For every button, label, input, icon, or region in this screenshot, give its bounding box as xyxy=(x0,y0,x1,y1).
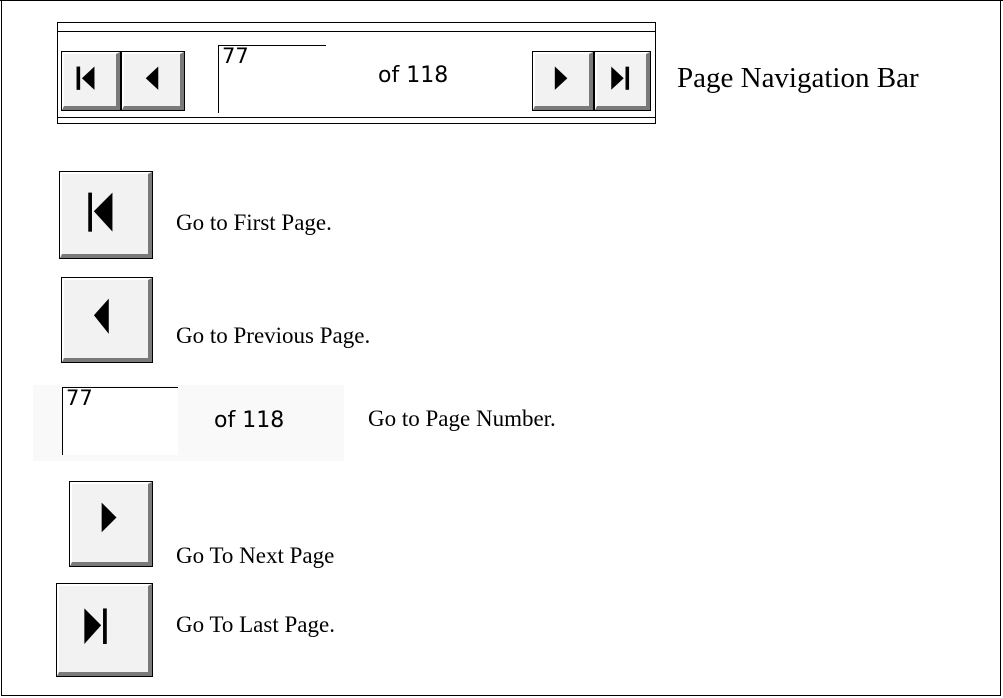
first-page-button[interactable] xyxy=(59,171,153,259)
next-page-button[interactable] xyxy=(532,51,594,111)
next-page-icon xyxy=(554,66,568,90)
previous-page-icon xyxy=(93,298,109,334)
previous-page-description: Go to Previous Page. xyxy=(176,323,371,348)
goto-page-description: Go to Page Number. xyxy=(368,406,556,431)
page-number-input[interactable]: 77 xyxy=(62,387,178,455)
first-page-button[interactable] xyxy=(61,51,121,111)
last-page-icon xyxy=(84,608,107,644)
navbar-title: Page Navigation Bar xyxy=(677,62,919,94)
first-page-icon xyxy=(76,66,95,90)
next-page-icon xyxy=(101,502,117,533)
previous-page-button[interactable] xyxy=(61,277,153,363)
first-page-description: Go to First Page. xyxy=(176,210,332,235)
previous-page-icon xyxy=(145,66,159,90)
page-number-value: 77 xyxy=(66,386,93,410)
divider xyxy=(58,31,655,32)
page-count-label: of 118 xyxy=(378,63,449,88)
last-page-icon xyxy=(611,66,630,90)
page-number-input[interactable]: 77 xyxy=(218,45,326,113)
last-page-button[interactable] xyxy=(594,51,651,111)
last-page-button[interactable] xyxy=(56,583,153,677)
first-page-icon xyxy=(88,192,113,232)
next-page-button[interactable] xyxy=(69,481,153,567)
divider xyxy=(58,117,655,118)
page-number-value: 77 xyxy=(222,44,249,68)
previous-page-button[interactable] xyxy=(121,51,185,111)
next-page-description: Go To Next Page xyxy=(176,543,335,568)
last-page-description: Go To Last Page. xyxy=(176,612,335,637)
page-count-label: of 118 xyxy=(214,408,285,433)
